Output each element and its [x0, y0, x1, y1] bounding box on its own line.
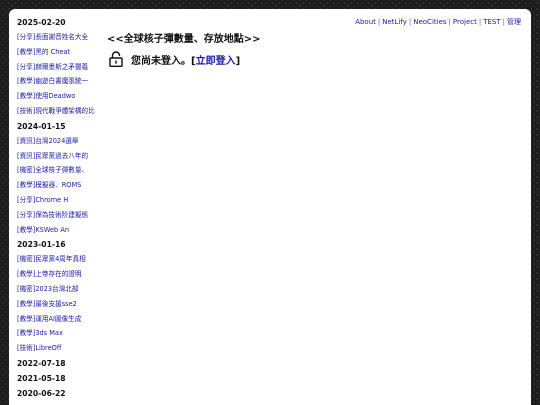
nav-link[interactable]: NeoCities — [413, 18, 446, 26]
nav-separator: | — [502, 18, 505, 26]
sidebar-post-link[interactable]: [教學]黑的 Cheat — [17, 45, 107, 60]
login-notice: 您尚未登入。[立即登入] — [109, 51, 240, 67]
login-prefix: 您尚未登入。[ — [131, 55, 196, 67]
sidebar-date: 2025-02-20 — [17, 18, 66, 27]
sidebar-date: 2020-06-22 — [17, 388, 66, 398]
sidebar-post-link[interactable]: [分享]Chrome H — [17, 193, 107, 208]
sidebar-post-link[interactable]: [分享]長面謝音姓名大全 — [17, 30, 107, 45]
nav-separator: | — [377, 18, 381, 26]
sidebar-post-link[interactable]: [教學]上帝存在的證明 — [17, 267, 107, 282]
sidebar: 2025-02-20 [分享]長面謝音姓名大全 [教學]黑的 Cheat [分享]赫爾… — [17, 15, 107, 405]
sidebar-date: 2024-01-15 — [17, 121, 66, 131]
nav-separator: | — [448, 18, 451, 26]
sidebar-post-link[interactable]: [教學]使用Deadwo — [17, 89, 107, 104]
nav-link[interactable]: NetLify — [382, 18, 407, 26]
nav-link[interactable]: TEST — [483, 18, 500, 26]
page-card: 2025-02-20 [分享]長面謝音姓名大全 [教學]黑的 Cheat [分享]赫爾… — [9, 9, 531, 405]
sidebar-post-link[interactable]: [教學]最後支援sse2 — [17, 297, 107, 312]
sidebar-post-link[interactable]: [教學]幽遊白書魔張統一 — [17, 74, 107, 89]
nav-link[interactable]: Project — [453, 18, 477, 26]
sidebar-post-link[interactable]: [教學]運用AI圖像生成 — [17, 312, 107, 327]
sidebar-post-link[interactable]: [機密]全球核子彈數量、 — [17, 163, 107, 178]
sidebar-date: 2021-05-18 — [17, 373, 66, 383]
sidebar-post-link[interactable]: [資訊]民眾黨過去八年的 — [17, 149, 107, 164]
sidebar-post-link[interactable]: [機密]2023台灣北部 — [17, 282, 107, 297]
sidebar-post-link[interactable]: [技術]現代戰爭體架構的比 — [17, 104, 107, 119]
nav-separator: | — [408, 18, 412, 26]
login-message: 您尚未登入。[立即登入] — [131, 52, 240, 67]
top-nav: About | NetLify | NeoCities | Project | TEST | 管理 — [355, 17, 521, 27]
sidebar-post-link[interactable]: [機密]民眾黨4周年真相 — [17, 252, 107, 267]
sidebar-date: 2019-04-19 — [17, 401, 107, 405]
login-link[interactable]: 立即登入 — [196, 56, 236, 67]
nav-separator: | — [478, 18, 482, 26]
sidebar-post-link[interactable]: [資訊]台灣2024選舉 — [17, 134, 107, 149]
sidebar-post-link[interactable]: [技術]LibreOff — [17, 341, 107, 356]
lock-icon — [109, 51, 123, 67]
page-title: <<全球核子彈數量、存放地點>> — [107, 34, 261, 45]
nav-link[interactable]: 管理 — [507, 18, 521, 26]
sidebar-post-link[interactable]: [分享]保為技術阶建擬態 — [17, 208, 107, 223]
sidebar-date: 2023-01-16 — [17, 240, 66, 250]
sidebar-post-link[interactable]: [教學]3ds Max — [17, 326, 107, 341]
nav-link[interactable]: About — [355, 18, 376, 26]
sidebar-post-link[interactable]: [教學]KSWeb An — [17, 223, 107, 238]
login-suffix: ] — [235, 55, 241, 67]
sidebar-post-link[interactable]: [教學]模擬器、ROMS — [17, 178, 107, 193]
sidebar-date: 2022-07-18 — [17, 358, 66, 368]
sidebar-post-link[interactable]: [分享]赫爾墨斯之矛獵羲 — [17, 60, 107, 75]
